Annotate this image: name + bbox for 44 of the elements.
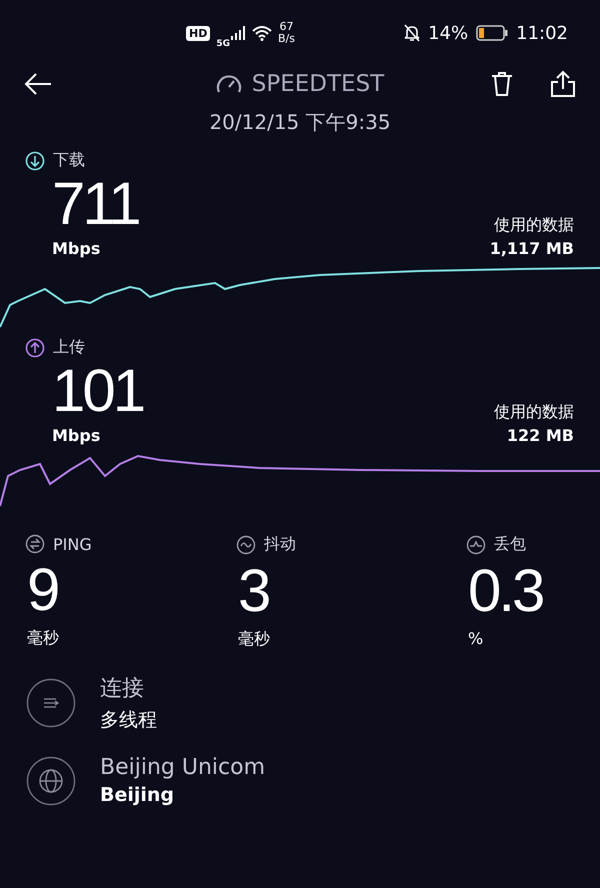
speed-unit: Mbps [52, 238, 102, 260]
app-title: SPEEDTEST [252, 71, 384, 97]
share-icon[interactable] [550, 70, 576, 98]
result-label: 上传 [53, 337, 85, 358]
metric-value: 3 [237, 556, 270, 626]
data-used-value: 122 MB [506, 425, 574, 447]
data-used-label: 使用的数据 [494, 401, 574, 423]
signal-icon [230, 25, 246, 41]
detail-title: Beijing Unicom [100, 755, 266, 780]
speed-value: 67 [279, 21, 294, 33]
metric-value: 0.3 [467, 556, 544, 626]
clock: 11:02 [516, 22, 568, 44]
test-date: 20/12/15 下午9:35 [208, 109, 392, 136]
wifi-icon [252, 25, 272, 41]
back-arrow-icon[interactable] [24, 72, 52, 96]
metric-value: 9 [26, 555, 58, 625]
metric-label: PING [53, 534, 92, 554]
detail-subtitle: Beijing [100, 784, 176, 806]
data-used-label: 使用的数据 [493, 214, 574, 236]
metric-label: 抖动 [264, 534, 296, 555]
metric-unit: 毫秒 [26, 627, 60, 649]
mute-bell-icon [404, 24, 420, 42]
metric-icon [25, 534, 45, 554]
detail-subtitle: 多线程 [100, 708, 157, 733]
speed-unit: Mbps [52, 425, 102, 447]
network-type: 5G [216, 39, 230, 49]
detail-title: 连接 [100, 675, 145, 703]
metric-icon [236, 534, 256, 554]
battery-percent: 14% [428, 22, 468, 44]
speed-value: 101 [52, 358, 144, 424]
hd-badge: HD [186, 26, 210, 40]
speed-unit: B/s [278, 33, 295, 45]
data-used-value: 1,117 MB [490, 238, 574, 260]
metric-unit: % [467, 628, 484, 650]
speedometer-icon [216, 73, 242, 95]
detail-icon [26, 756, 76, 806]
delete-icon[interactable] [490, 71, 514, 97]
speed-value: 711 [52, 171, 139, 237]
result-label: 下载 [53, 150, 85, 171]
detail-icon [26, 678, 76, 728]
metric-label: 丢包 [494, 534, 526, 555]
battery-icon [476, 25, 508, 41]
metric-unit: 毫秒 [237, 628, 271, 650]
metric-icon [466, 534, 486, 554]
